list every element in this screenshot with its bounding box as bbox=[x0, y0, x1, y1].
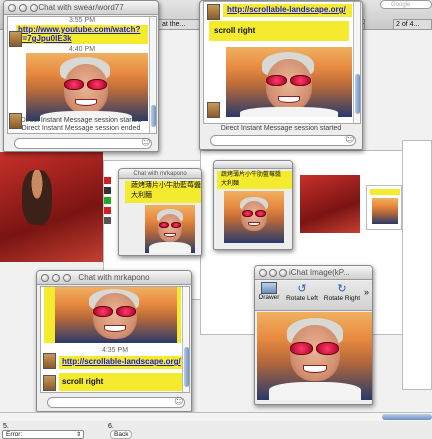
rotate-right-label: Rotate Right bbox=[323, 295, 361, 302]
zoom-icon[interactable] bbox=[279, 269, 287, 277]
timestamp: 3:55 PM bbox=[68, 17, 96, 24]
vertical-scrollbar[interactable] bbox=[149, 17, 156, 133]
thumbnail-window-3 bbox=[366, 185, 402, 230]
chat-window-mrkapono-titlebar[interactable]: Chat with mrkapono bbox=[37, 271, 191, 285]
chat-window-mrkapono[interactable]: Chat with mrkapono 4:35 PM http://scroll… bbox=[36, 270, 192, 412]
drawer-button[interactable]: Drawer bbox=[257, 282, 281, 301]
buddy-avatar bbox=[207, 4, 220, 20]
buddy-avatar bbox=[43, 375, 56, 391]
browser-tab-1[interactable]: at the... bbox=[158, 19, 203, 30]
thumbnail-chat-window-2[interactable]: 蔬烤薄片小牛肋藍莓醬 大利麵 bbox=[213, 160, 293, 250]
scroll-thumb[interactable] bbox=[184, 347, 189, 387]
scrollable-landscape-link[interactable]: http://scrollable-landscape.org/ bbox=[62, 357, 181, 366]
message-bubble-link: http://scrollable-landscape.org/ bbox=[223, 4, 352, 17]
window-title: Chat with swear/word77 bbox=[38, 3, 124, 12]
thumbnail-chinese-text-2: 大利麵 bbox=[131, 192, 152, 199]
timestamp: 4:40 PM bbox=[68, 46, 96, 53]
vertical-scrollbar[interactable] bbox=[353, 2, 360, 123]
zoom-icon[interactable] bbox=[30, 4, 38, 12]
error-select-value: Error: bbox=[6, 431, 23, 438]
smiley-icon[interactable]: ☺ bbox=[345, 135, 354, 145]
chat-window-landscape[interactable]: http://scrollable-landscape.org/ scroll … bbox=[199, 0, 363, 150]
rotate-left-icon: ↺ bbox=[297, 282, 307, 295]
scroll-thumb[interactable] bbox=[355, 74, 360, 114]
thumbnail-chinese-text: 蔬烤薄片小牛肋藍莓醬 bbox=[131, 182, 201, 189]
status-message: Direct Instant Message session ended bbox=[21, 125, 141, 132]
thumbnail-2-titlebar bbox=[214, 161, 292, 169]
drawer-icon bbox=[261, 282, 277, 294]
ichat-image-window[interactable]: iChat Image(kP... Drawer ↺ Rotate Left ↻… bbox=[254, 265, 373, 405]
scrollable-landscape-link[interactable]: http://scrollable-landscape.org/ bbox=[227, 5, 346, 14]
image-view bbox=[257, 312, 372, 400]
background-page-3 bbox=[402, 140, 432, 390]
form-field-label-5: 5. bbox=[3, 423, 9, 430]
shared-photo[interactable] bbox=[226, 47, 352, 117]
ichat-image-titlebar[interactable]: iChat Image(kP... bbox=[255, 266, 372, 280]
thumbnail-2-chinese-bubble: 蔬烤薄片小牛肋藍莓醬 大利麵 bbox=[217, 171, 292, 189]
drawer-label: Drawer bbox=[258, 294, 280, 301]
message-text: scroll right bbox=[214, 26, 256, 35]
thumbnail-red-room bbox=[300, 175, 360, 233]
close-icon[interactable] bbox=[8, 4, 16, 12]
message-bubble-link: http://scrollable-landscape.org/ bbox=[59, 356, 184, 369]
status-message: Direct Instant Message session started bbox=[220, 125, 342, 132]
form-field-label-6: 6. bbox=[108, 423, 114, 430]
horizontal-scroll-thumb[interactable] bbox=[382, 414, 432, 420]
thumbnail-chinese-bubble: 蔬烤薄片小牛肋藍莓醬 大利麵 bbox=[125, 181, 201, 203]
zoom-icon[interactable] bbox=[63, 274, 71, 282]
message-input[interactable] bbox=[47, 397, 185, 408]
message-bubble-text: scroll right bbox=[209, 21, 349, 41]
buddy-avatar bbox=[207, 102, 220, 118]
background-icon-strip bbox=[104, 175, 114, 255]
rotate-right-button[interactable]: ↻ Rotate Right bbox=[321, 282, 363, 302]
shared-photo[interactable] bbox=[55, 287, 177, 343]
transcript-pane[interactable]: http://scrollable-landscape.org/ scroll … bbox=[203, 1, 361, 124]
message-text: scroll right bbox=[62, 377, 104, 386]
buddy-avatar bbox=[9, 31, 22, 47]
message-input[interactable] bbox=[14, 138, 152, 149]
image-toolbar: Drawer ↺ Rotate Left ↻ Rotate Right » bbox=[255, 281, 372, 311]
back-button[interactable]: Back bbox=[110, 430, 133, 439]
timestamp: 4:35 PM bbox=[101, 347, 129, 354]
browser-search-field[interactable]: Google bbox=[380, 0, 432, 9]
smiley-icon[interactable]: ☺ bbox=[174, 397, 183, 407]
thumbnail-title: Chat with mrkapono bbox=[119, 169, 201, 179]
toolbar-overflow-icon[interactable]: » bbox=[364, 287, 369, 297]
minimize-icon[interactable] bbox=[269, 269, 277, 277]
thumbnail-2-chinese-text: 蔬烤薄片小牛肋藍莓醬 bbox=[221, 172, 282, 178]
status-message: Direct Instant Message session started bbox=[20, 117, 142, 124]
shared-photo[interactable] bbox=[26, 53, 148, 121]
select-arrows-icon: ⇕ bbox=[75, 431, 81, 438]
background-photo-figure bbox=[22, 170, 52, 225]
buddy-avatar bbox=[43, 353, 56, 369]
browser-tab-3[interactable]: 2 of 4... bbox=[393, 19, 432, 30]
horizontal-scrollbar[interactable] bbox=[0, 412, 432, 421]
rotate-right-icon: ↻ bbox=[337, 282, 347, 295]
close-icon[interactable] bbox=[259, 269, 267, 277]
window-title: Chat with mrkapono bbox=[78, 273, 150, 282]
window-title: iChat Image(kP... bbox=[289, 268, 350, 277]
chat-window-swearword-titlebar[interactable]: Chat with swear/word77 bbox=[4, 1, 158, 15]
vertical-scrollbar[interactable] bbox=[182, 287, 189, 392]
minimize-icon[interactable] bbox=[52, 274, 60, 282]
thumbnail-2-photo bbox=[224, 191, 284, 243]
thumbnail-2-chinese-text-2: 大利麵 bbox=[221, 181, 240, 187]
close-icon[interactable] bbox=[41, 274, 49, 282]
transcript-pane[interactable]: 4:35 PM http://scrollable-landscape.org/… bbox=[40, 286, 190, 393]
smiley-icon[interactable]: ☺ bbox=[141, 138, 150, 148]
youtube-link[interactable]: http://www.youtube.com/watch?v=7gJpu0lE3… bbox=[18, 25, 140, 43]
thumbnail-photo bbox=[145, 205, 195, 253]
error-select[interactable]: Error: ⇕ bbox=[2, 430, 84, 439]
message-input[interactable] bbox=[210, 135, 356, 146]
minimize-icon[interactable] bbox=[19, 4, 27, 12]
rotate-left-label: Rotate Left bbox=[286, 295, 318, 302]
thumbnail-chat-window[interactable]: Chat with mrkapono 蔬烤薄片小牛肋藍莓醬 大利麵 bbox=[118, 168, 202, 256]
rotate-left-button[interactable]: ↺ Rotate Left bbox=[283, 282, 321, 302]
message-bubble-link: http://www.youtube.com/watch?v=7gJpu0lE3… bbox=[16, 25, 148, 44]
message-bubble-text: scroll right bbox=[59, 373, 184, 391]
chat-window-swearword[interactable]: Chat with swear/word77 3:55 PM http://ww… bbox=[3, 0, 159, 152]
